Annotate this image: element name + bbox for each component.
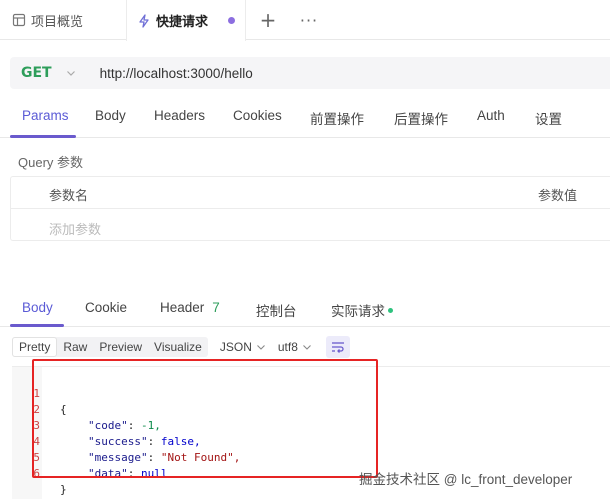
tab-console[interactable]: 控制台	[256, 300, 297, 320]
wrap-icon	[331, 342, 344, 353]
add-tab-button[interactable]: +	[258, 0, 278, 40]
header-count-badge: 7	[212, 300, 220, 315]
method-select[interactable]: GET	[21, 65, 52, 81]
chevron-down-icon	[256, 345, 265, 350]
word-wrap-button[interactable]	[325, 336, 350, 358]
chevron-down-icon[interactable]	[66, 68, 76, 78]
json-value: null	[141, 467, 168, 480]
tab-actual-request[interactable]: 实际请求	[331, 300, 393, 320]
column-param-value: 参数值	[538, 189, 578, 204]
watermark: 掘金技术社区 @ lc_front_developer	[359, 472, 573, 487]
code-line: 3 "success": false,	[12, 402, 610, 448]
encoding-select[interactable]: utf8	[278, 340, 312, 354]
status-dot	[388, 307, 393, 313]
chevron-down-icon	[303, 345, 311, 350]
tab-settings[interactable]: 设置	[535, 108, 562, 128]
active-tab-indicator	[10, 135, 76, 138]
language-value: JSON	[219, 340, 252, 354]
query-table-header: 参数名 参数值	[11, 177, 610, 209]
url-input[interactable]: http://localhost:3000/hello	[100, 66, 253, 81]
code-line: 5 "data": null	[12, 434, 610, 480]
tab-actual-request-label: 实际请求	[331, 304, 385, 319]
more-tabs-button[interactable]: ···	[298, 0, 320, 40]
mode-visualize[interactable]: Visualize	[148, 337, 208, 357]
tab-project-overview-label: 项目概览	[31, 14, 84, 30]
code-line: 2 "code": -1,	[12, 386, 610, 432]
encoding-value: utf8	[277, 340, 298, 354]
code-line: 6 }	[12, 450, 610, 496]
tab-project-overview[interactable]: 项目概览	[12, 0, 83, 40]
language-select[interactable]: JSON	[220, 340, 266, 354]
tab-params[interactable]: Params	[22, 108, 69, 123]
view-mode-group: Pretty Raw Preview Visualize	[12, 337, 208, 357]
lightning-icon	[139, 13, 149, 28]
tab-quick-request[interactable]: 快捷请求	[126, 0, 246, 41]
tab-headers[interactable]: Headers	[154, 108, 205, 123]
tab-response-header-label: Header	[160, 300, 205, 315]
mode-preview[interactable]: Preview	[93, 337, 148, 357]
line-number: 6	[33, 467, 40, 480]
add-param-input[interactable]: 添加参数	[49, 219, 101, 238]
tab-pre-operations[interactable]: 前置操作	[310, 108, 364, 128]
active-response-tab-indicator	[10, 324, 64, 327]
unsaved-dot	[228, 17, 235, 24]
tab-response-body[interactable]: Body	[22, 300, 53, 315]
tab-auth[interactable]: Auth	[477, 108, 505, 123]
code-line: 4 "message": "Not Found",	[12, 418, 610, 464]
tab-body[interactable]: Body	[95, 108, 126, 123]
tab-response-header[interactable]: Header 7	[160, 300, 220, 315]
url-bar: GET http://localhost:3000/hello	[10, 57, 610, 89]
tab-cookies[interactable]: Cookies	[233, 108, 282, 123]
mode-pretty[interactable]: Pretty	[12, 337, 58, 357]
plus-icon: +	[259, 8, 277, 32]
overview-icon	[12, 13, 26, 27]
tab-quick-request-label: 快捷请求	[156, 15, 209, 30]
code-text: "data": null	[88, 467, 168, 480]
code-line: 1 {	[12, 370, 610, 416]
format-toolbar: Pretty Raw Preview Visualize JSON utf8	[12, 336, 350, 358]
tab-post-operations[interactable]: 后置操作	[394, 108, 448, 128]
column-param-name: 参数名	[49, 189, 89, 204]
tab-response-cookie[interactable]: Cookie	[85, 300, 127, 315]
query-params-table: 参数名 参数值 添加参数	[10, 176, 610, 241]
response-tabs: Body Cookie Header 7 控制台 实际请求	[0, 295, 610, 327]
more-icon: ···	[299, 10, 319, 30]
query-params-label: Query 参数	[18, 155, 84, 170]
top-tab-bar: 项目概览 快捷请求 + ···	[0, 0, 610, 41]
json-key: "data"	[88, 467, 128, 480]
mode-raw[interactable]: Raw	[57, 337, 93, 357]
code-text: }	[60, 483, 67, 496]
request-tabs: Params Body Headers Cookies 前置操作 后置操作 Au…	[0, 98, 610, 138]
